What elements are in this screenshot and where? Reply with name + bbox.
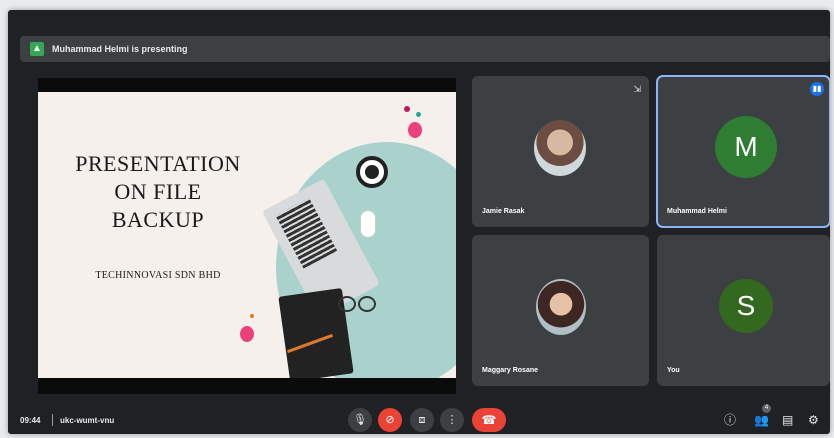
- shared-screen: PRESENTATION ON FILE BACKUP TECHINNOVASI…: [38, 78, 456, 394]
- presenting-banner: ▲ Muhammad Helmi is presenting: [20, 36, 830, 62]
- participant-name: You: [667, 367, 680, 374]
- mic-button[interactable]: 🎙: [348, 408, 372, 432]
- avatar-photo: [534, 120, 586, 176]
- meeting-code: ukc-wumt-vnu: [60, 416, 115, 425]
- slide-mouse-image: [360, 210, 376, 238]
- slide-dot: [404, 106, 410, 112]
- pin-icon[interactable]: ⇲: [633, 84, 641, 95]
- speaking-indicator-icon: ▮▮: [810, 82, 824, 96]
- presentation-slide: PRESENTATION ON FILE BACKUP TECHINNOVASI…: [38, 92, 456, 378]
- avatar: S: [719, 279, 773, 333]
- present-button[interactable]: ⧈: [410, 408, 434, 432]
- avatar-photo: [536, 279, 586, 335]
- presenting-text: Muhammad Helmi is presenting: [52, 44, 188, 54]
- leave-call-button[interactable]: ☎: [472, 408, 506, 432]
- activities-icon[interactable]: ⚙: [808, 412, 819, 428]
- control-bar: 09:44 ukc-wumt-vnu 🎙 ⊘ ⧈ ⋮ ☎ ⓘ 👥 4 ▤ ⚙: [8, 400, 830, 434]
- avatar: M: [715, 116, 777, 178]
- camera-button[interactable]: ⊘: [378, 408, 402, 432]
- slide-title: PRESENTATION ON FILE BACKUP: [75, 151, 241, 232]
- participant-name: Muhammad Helmi: [667, 208, 727, 215]
- chat-icon[interactable]: ▤: [782, 412, 793, 428]
- slide-dot: [250, 314, 254, 318]
- people-icon[interactable]: 👥: [754, 412, 769, 428]
- participant-tile-you[interactable]: S You: [657, 235, 830, 386]
- slide-dot: [408, 122, 422, 138]
- participant-name: Jamie Rasak: [482, 208, 525, 215]
- camera-off-icon: ⊘: [385, 414, 395, 426]
- slide-dot: [240, 326, 254, 342]
- info-icon[interactable]: ⓘ: [724, 412, 736, 428]
- slide-subtitle: TECHINNOVASI SDN BHD: [95, 270, 221, 281]
- slide-glasses-image: [338, 296, 378, 312]
- participant-name: Maggary Rosane: [482, 367, 539, 374]
- participant-tile-muhammad[interactable]: ▮▮ M Muhammad Helmi: [656, 75, 830, 228]
- participant-tile-maggary[interactable]: Maggary Rosane: [472, 235, 649, 386]
- mic-icon: 🎙: [353, 414, 367, 426]
- meet-window: ▲ Muhammad Helmi is presenting PRESENTAT…: [8, 10, 830, 434]
- participant-tile-jamie[interactable]: ⇲ Jamie Rasak: [472, 76, 649, 227]
- more-options-icon: ⋮: [446, 414, 458, 426]
- people-count-badge: 4: [762, 404, 771, 413]
- slide-coffee-image: [356, 156, 388, 188]
- hangup-icon: ☎: [481, 413, 497, 427]
- present-screen-icon: ▲: [30, 42, 44, 56]
- present-screen-icon: ⧈: [418, 414, 426, 426]
- slide-dot: [416, 112, 421, 117]
- divider: [52, 414, 53, 426]
- meeting-time: 09:44: [20, 416, 41, 425]
- more-options-button[interactable]: ⋮: [440, 408, 464, 432]
